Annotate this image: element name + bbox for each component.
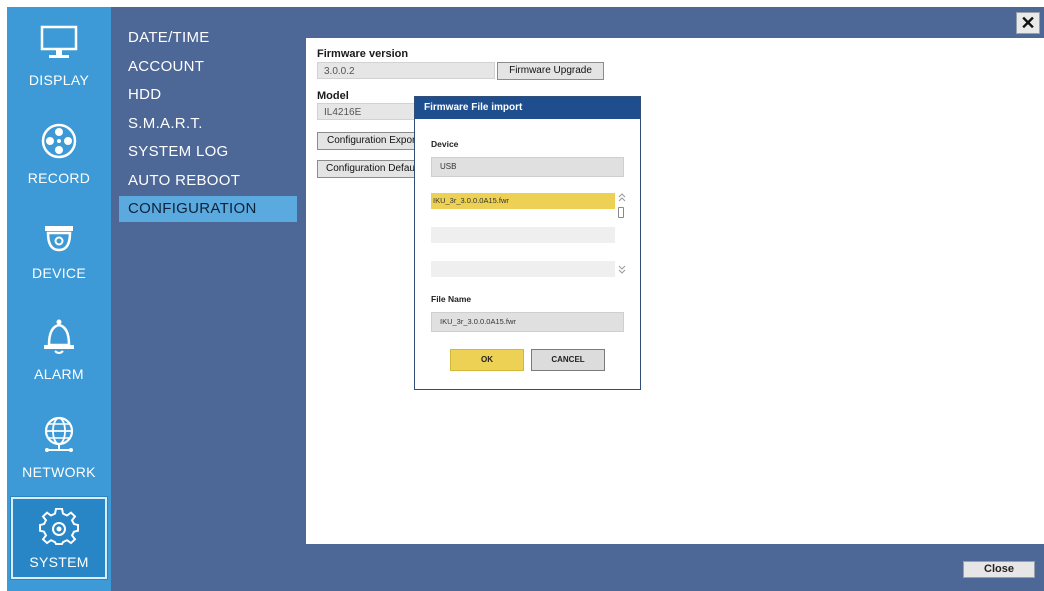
file-name-label: File Name (431, 294, 472, 304)
nav-display[interactable]: DISPLAY (7, 15, 111, 105)
scroll-down-icon[interactable] (617, 263, 627, 275)
nav-device-label: DEVICE (32, 265, 86, 281)
nav-device[interactable]: DEVICE (7, 208, 111, 298)
nav-alarm[interactable]: ALARM (7, 309, 111, 399)
submenu-hdd[interactable]: HDD (119, 82, 297, 108)
submenu-configuration[interactable]: CONFIGURATION (119, 196, 297, 222)
submenu-system-log[interactable]: SYSTEM LOG (119, 139, 297, 165)
nav-system-label: SYSTEM (29, 554, 89, 570)
submenu-account[interactable]: ACCOUNT (119, 54, 297, 80)
device-select[interactable]: USB (431, 157, 624, 177)
main-nav-rail: DISPLAY RECORD DEVICE ALARM NETWORK SYST… (7, 7, 111, 591)
close-icon: ✕ (1020, 13, 1036, 33)
file-list-item-2[interactable] (431, 227, 615, 243)
nav-network[interactable]: NETWORK (7, 407, 111, 497)
cancel-button[interactable]: CANCEL (531, 349, 605, 371)
close-button[interactable]: Close (963, 561, 1035, 578)
dome-camera-icon (45, 226, 73, 252)
firmware-version-label: Firmware version (317, 48, 409, 60)
nav-record-label: RECORD (27, 170, 91, 186)
file-list-item-1[interactable]: IKU_3r_3.0.0.0A15.fwr (431, 193, 615, 209)
nav-record[interactable]: RECORD (7, 113, 111, 203)
file-name-field[interactable]: IKU_3r_3.0.0.0A15.fwr (431, 312, 624, 332)
nav-system[interactable]: SYSTEM (10, 496, 108, 580)
configuration-export-button[interactable]: Configuration Export (317, 132, 417, 150)
firmware-upgrade-button[interactable]: Firmware Upgrade (497, 62, 604, 80)
monitor-icon (40, 25, 78, 58)
submenu-smart[interactable]: S.M.A.R.T. (119, 111, 297, 137)
globe-network-icon (44, 416, 74, 452)
film-reel-icon (41, 123, 77, 159)
nav-network-label: NETWORK (22, 464, 96, 480)
dialog-title: Firmware File import (415, 97, 640, 119)
device-label: Device (431, 139, 459, 149)
submenu-date-time[interactable]: DATE/TIME (119, 25, 297, 51)
configuration-default-button[interactable]: Configuration Default (317, 160, 417, 178)
system-submenu: DATE/TIME ACCOUNT HDD S.M.A.R.T. SYSTEM … (111, 7, 300, 591)
bell-icon (44, 319, 74, 354)
ok-button[interactable]: OK (450, 349, 524, 371)
nav-alarm-label: ALARM (34, 366, 84, 382)
scrollbar-thumb[interactable] (618, 207, 624, 218)
close-window-button[interactable]: ✕ (1016, 12, 1040, 34)
firmware-version-value: 3.0.0.2 (317, 62, 495, 79)
submenu-auto-reboot[interactable]: AUTO REBOOT (119, 168, 297, 194)
model-value: IL4216E (317, 103, 417, 120)
nav-display-label: DISPLAY (28, 72, 90, 88)
firmware-file-import-dialog: Firmware File import Device USB IKU_3r_3… (414, 96, 641, 390)
file-list-item-3[interactable] (431, 261, 615, 277)
model-label: Model (317, 90, 349, 102)
gear-icon (39, 508, 79, 545)
scroll-up-icon[interactable] (617, 192, 627, 204)
